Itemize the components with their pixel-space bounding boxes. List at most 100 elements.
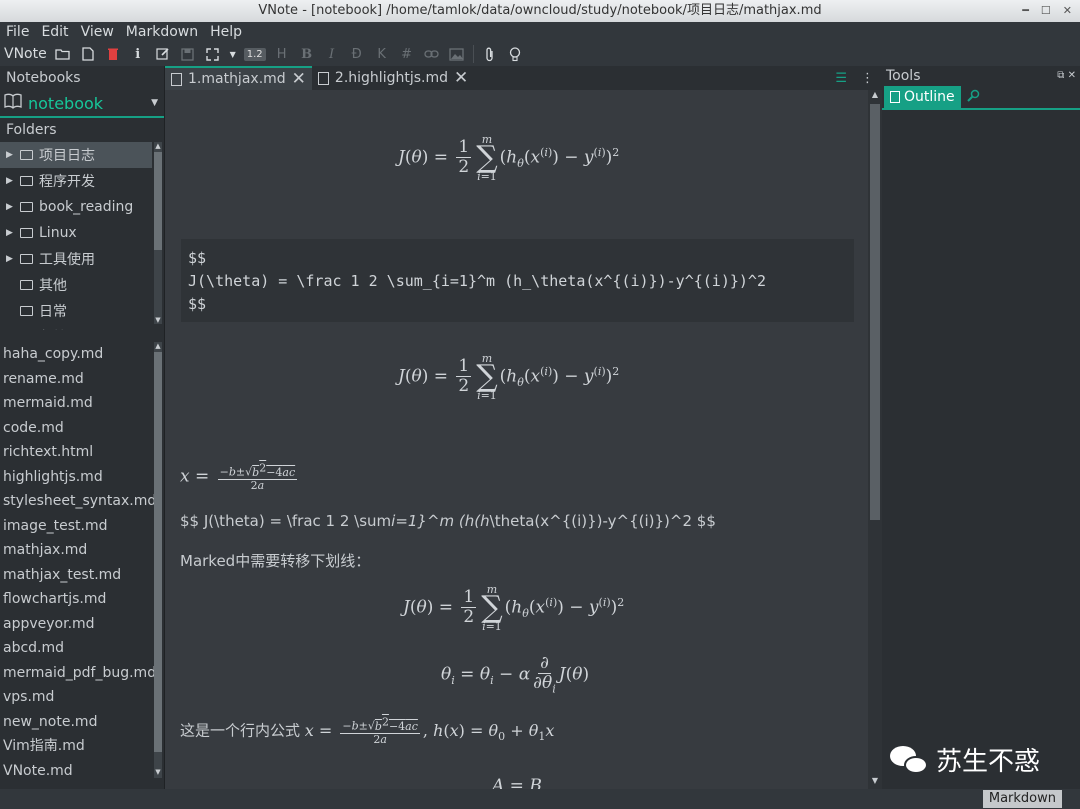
editor-tab-bar: 1.mathjax.md ✕ 2.highlightjs.md ✕ ☰ ⋮ <box>165 66 882 90</box>
folder-scroll-thumb[interactable] <box>154 152 162 250</box>
tools-tabs: Outline <box>882 86 1080 110</box>
note-scroll-thumb[interactable] <box>154 352 162 752</box>
chat-bubbles-icon <box>890 744 928 776</box>
menu-file[interactable]: File <box>6 24 29 40</box>
note-item[interactable]: Vim指南.md <box>0 734 164 759</box>
toolbar-separator <box>472 45 474 63</box>
folder-label: 项目日志 <box>39 148 95 164</box>
expand-arrow-icon[interactable]: ▶ <box>6 176 20 186</box>
inline-formula-paragraph: 这是一个行内公式 x = −b±√b2−4ac 2a, h(x) = θ0 + θ… <box>180 715 555 746</box>
scroll-up-icon[interactable]: ▲ <box>870 90 880 99</box>
code-button[interactable]: K <box>373 45 391 63</box>
tab-bar-actions: ☰ ⋮ <box>835 66 882 90</box>
scroll-down-icon[interactable]: ▼ <box>154 768 162 776</box>
notebook-name: notebook <box>28 93 104 113</box>
chevron-down-icon[interactable]: ▼ <box>151 98 158 108</box>
note-item[interactable]: haha_copy.md <box>0 342 164 367</box>
tools-panel: Tools ⧉ ✕ Outline <box>882 66 1080 789</box>
scroll-down-icon[interactable]: ▼ <box>870 776 880 785</box>
minimize-icon[interactable]: ━ <box>1022 0 1029 22</box>
note-item[interactable]: appveyor.md <box>0 612 164 637</box>
folder-item[interactable]: ▶ 工具使用 <box>0 246 152 272</box>
folder-item[interactable]: ▶ 项目日志 <box>0 142 152 168</box>
note-item[interactable]: mathjax_test.md <box>0 563 164 588</box>
scroll-down-icon[interactable]: ▼ <box>154 316 162 324</box>
new-folder-icon[interactable] <box>54 45 72 63</box>
bold-button[interactable]: B <box>298 45 316 63</box>
info-icon[interactable]: i <box>129 45 147 63</box>
panel-splitter[interactable] <box>0 330 164 342</box>
folder-item[interactable]: ▶ Linux <box>0 220 152 246</box>
expand-arrow-icon[interactable]: ▶ <box>6 150 20 160</box>
expand-arrow-icon[interactable]: ▶ <box>6 202 20 212</box>
lightbulb-icon[interactable] <box>506 45 524 63</box>
expand-arrow-icon[interactable]: ▶ <box>6 228 20 238</box>
mode-badge: Markdown <box>982 790 1062 808</box>
folder-tree: ▶ 项目日志 ▶ 程序开发 ▶ book_reading ▶ Linux ▶ 工具使用 其… <box>0 142 164 330</box>
menu-edit[interactable]: Edit <box>41 24 68 40</box>
note-item[interactable]: flowchartjs.md <box>0 587 164 612</box>
menu-view[interactable]: View <box>81 24 114 40</box>
folder-item[interactable]: ▶ book_reading <box>0 194 152 220</box>
scroll-up-icon[interactable]: ▲ <box>154 142 162 150</box>
delete-icon[interactable] <box>104 45 122 63</box>
folder-icon <box>20 202 33 212</box>
panel-controls[interactable]: ⧉ ✕ <box>1057 66 1076 86</box>
close-tab-icon[interactable]: ✕ <box>454 68 468 88</box>
expand-icon[interactable] <box>204 45 222 63</box>
folder-item[interactable]: 其他 <box>0 272 152 298</box>
toolbar-app-label: VNote <box>4 46 47 62</box>
note-item[interactable]: new_note.md <box>0 710 164 735</box>
note-item[interactable]: code.md <box>0 416 164 441</box>
note-item[interactable]: VNote.md <box>0 759 164 783</box>
note-item[interactable]: rename.md <box>0 367 164 392</box>
close-icon[interactable]: ✕ <box>1063 0 1072 22</box>
folder-label: 程序开发 <box>39 174 95 190</box>
folder-label: 工具使用 <box>39 252 95 268</box>
note-item[interactable]: mermaid.md <box>0 391 164 416</box>
image-icon[interactable] <box>448 45 466 63</box>
note-item[interactable]: highlightjs.md <box>0 465 164 490</box>
search-icon[interactable] <box>966 89 980 106</box>
book-icon <box>4 93 22 113</box>
tab-highlightjs[interactable]: 2.highlightjs.md ✕ <box>312 66 474 90</box>
note-item[interactable]: abcd.md <box>0 636 164 661</box>
note-item[interactable]: stylesheet_syntax.md <box>0 489 164 514</box>
scroll-up-icon[interactable]: ▲ <box>154 342 162 350</box>
folder-icon <box>20 280 33 290</box>
toolbar: VNote i ▼ 1.2 H B I Đ K # <box>0 42 1080 66</box>
document-icon <box>171 72 182 86</box>
tab-outline[interactable]: Outline <box>884 86 961 108</box>
more-options-icon[interactable]: ⋮ <box>861 71 874 86</box>
folder-icon <box>20 254 33 264</box>
chevron-down-icon[interactable]: ▼ <box>229 45 237 63</box>
note-item[interactable]: richtext.html <box>0 440 164 465</box>
menu-help[interactable]: Help <box>210 24 242 40</box>
menu-markdown[interactable]: Markdown <box>126 24 198 40</box>
link-icon[interactable] <box>423 45 441 63</box>
maximize-icon[interactable]: ☐ <box>1041 0 1051 22</box>
expand-arrow-icon[interactable]: ▶ <box>6 254 20 264</box>
save-icon[interactable] <box>179 45 197 63</box>
note-item[interactable]: image_test.md <box>0 514 164 539</box>
heading-badge[interactable]: 1.2 <box>243 47 266 61</box>
close-tab-icon[interactable]: ✕ <box>292 69 306 89</box>
note-item[interactable]: mathjax.md <box>0 538 164 563</box>
new-note-icon[interactable] <box>79 45 97 63</box>
note-item[interactable]: mermaid_pdf_bug.md <box>0 661 164 686</box>
folder-item[interactable]: 日常 <box>0 298 152 324</box>
hash-button[interactable]: # <box>398 45 416 63</box>
note-item[interactable]: vps.md <box>0 685 164 710</box>
tab-mathjax[interactable]: 1.mathjax.md ✕ <box>165 66 312 90</box>
edit-icon[interactable] <box>154 45 172 63</box>
code-line: $$ <box>188 249 207 267</box>
folder-item[interactable]: ▶ 程序开发 <box>0 168 152 194</box>
italic-button[interactable]: I <box>323 45 341 63</box>
notebook-selector[interactable]: notebook ▼ <box>0 90 164 118</box>
editor-scroll-thumb[interactable] <box>870 104 880 520</box>
attachment-icon[interactable] <box>481 45 499 63</box>
strikethrough-button[interactable]: Đ <box>348 45 366 63</box>
heading-button[interactable]: H <box>273 45 291 63</box>
tab-list-icon[interactable]: ☰ <box>835 71 847 86</box>
status-bar: Markdown <box>0 789 1080 809</box>
